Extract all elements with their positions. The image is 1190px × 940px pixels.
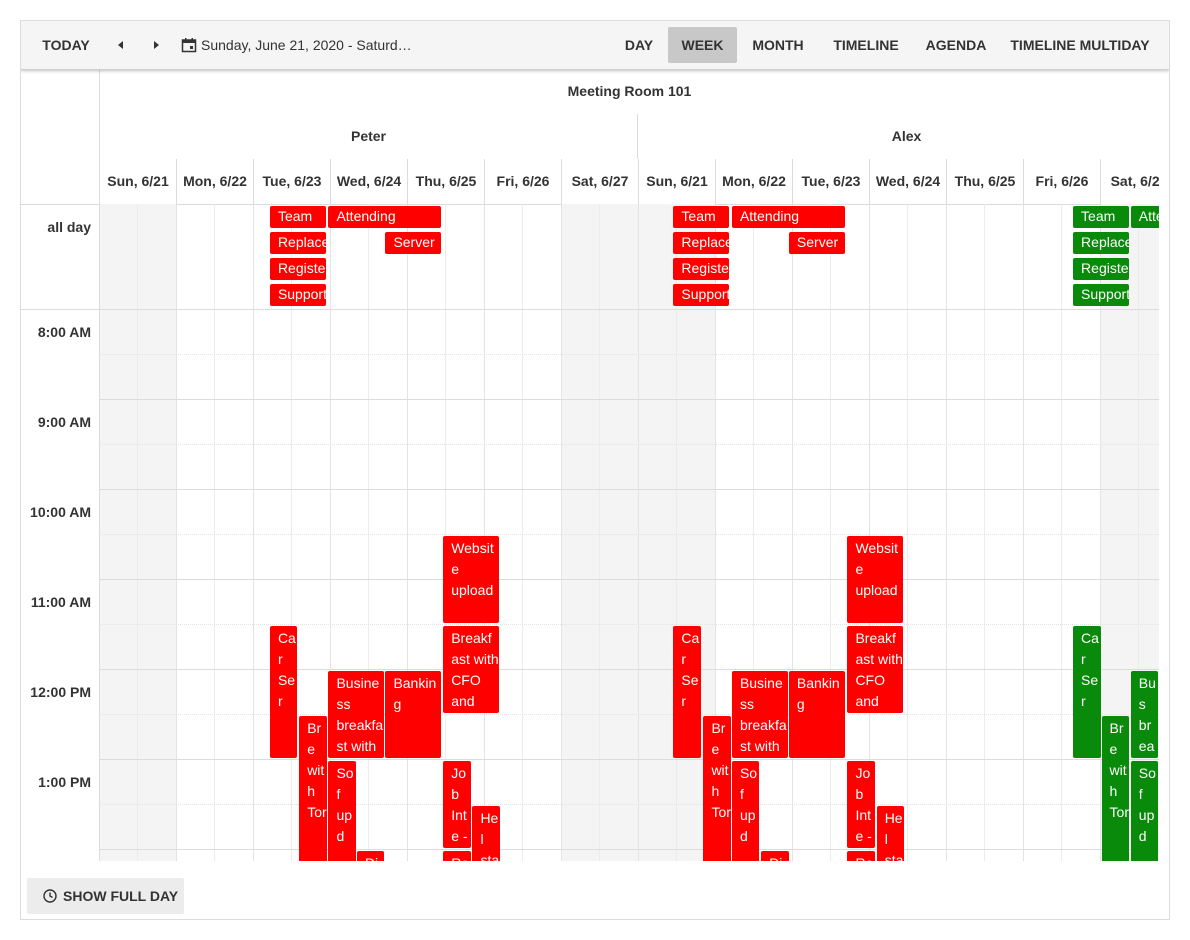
appointment[interactable]: Sof upd [328,761,356,861]
date-range-label: Sunday, June 21, 2020 - Saturd… [201,37,412,53]
all-day-appointment[interactable]: Replace [673,232,730,254]
day-header: Thu, 6/25 [946,159,1023,204]
day-header: Tue, 6/23 [253,159,330,204]
all-day-appointment[interactable]: Register [1073,258,1130,280]
appointment[interactable]: Website upload [847,536,904,623]
appointment[interactable]: Banking [788,671,845,758]
person-header-alex: Alex [637,114,1169,159]
time-label: 9:00 AM [37,414,91,430]
time-label: 12:00 PM [30,684,91,700]
resource-header-row: Meeting Room 101 [21,69,1159,115]
toolbar: TODAY Sunday, June 21, 2020 - Saturd… DA… [21,21,1169,70]
appointment[interactable]: Sof upd [1130,761,1159,861]
day-header: Sun, 6/21 [638,159,715,204]
all-day-appointment[interactable]: Register [269,258,326,280]
day-header: Thu, 6/25 [407,159,484,204]
show-full-day-button[interactable]: SHOW FULL DAY [27,878,184,914]
all-day-appointment[interactable]: Team [673,206,730,228]
appointment[interactable]: Business breakfast with Caroline [731,671,788,758]
appointment[interactable]: Sof upd [731,761,760,861]
all-day-appointment[interactable]: Register [673,258,730,280]
appointment[interactable]: Bre with Tor [1101,716,1130,861]
footer: SHOW FULL DAY [21,861,1169,919]
time-label: 1:00 PM [38,774,91,790]
appointment[interactable]: Hel sta me [876,806,905,861]
day-header: Sun, 6/21 [99,159,176,204]
appointment[interactable]: Rev [847,851,875,861]
schedule-grid: all day 8:00 AM 9:00 AM 10:00 AM 11:00 A… [21,204,1159,861]
all-day-appointment[interactable]: Support [1073,284,1130,306]
appointment[interactable]: Dis [356,851,385,861]
view-agenda-button[interactable]: AGENDA [919,27,993,63]
day-header: Wed, 6/24 [869,159,946,204]
day-header: Mon, 6/22 [715,159,792,204]
appointment[interactable]: Banking [385,671,442,758]
appointment[interactable]: Hel sta me [472,806,500,861]
appointment[interactable]: Breakfast with CFO and [847,626,904,713]
day-header: Fri, 6/26 [484,159,561,204]
appointment[interactable]: Business breakfast with Caroline [328,671,385,758]
time-label: 10:00 AM [30,504,91,520]
day-header: Sat, 6/27 [561,159,638,204]
people-header-row: Peter Alex [21,114,1159,160]
view-week-button[interactable]: WEEK [668,27,737,63]
day-header: Mon, 6/22 [176,159,253,204]
day-header-row: Sun, 6/21 Mon, 6/22 Tue, 6/23 Wed, 6/24 Thu,… [21,159,1167,205]
day-header: Wed, 6/24 [330,159,407,204]
day-header: Tue, 6/23 [792,159,869,204]
show-full-day-label: SHOW FULL DAY [63,888,179,904]
all-day-appointment[interactable]: Replace [269,232,326,254]
appointment[interactable]: Car Ser [673,626,701,758]
all-day-appointment[interactable]: Team [269,206,326,228]
view-timeline-multiday-button[interactable]: TIMELINE MULTIDAY [1005,27,1155,63]
next-button[interactable] [139,27,173,63]
time-label: 11:00 AM [30,594,91,610]
all-day-appointment[interactable]: Team [1073,206,1130,228]
previous-button[interactable] [104,27,138,63]
all-day-appointment[interactable]: Support [673,284,730,306]
today-button[interactable]: TODAY [33,27,99,63]
chevron-right-icon [154,41,159,49]
all-day-appointment[interactable]: Server [385,232,442,254]
time-label: 8:00 AM [37,324,91,340]
all-day-appointment[interactable]: Attending [731,206,845,228]
appointment[interactable]: Car Ser [269,626,298,758]
chevron-left-icon [118,41,123,49]
person-header-peter: Peter [99,114,637,159]
appointment[interactable]: Rev [443,851,471,861]
appointment[interactable]: Website upload [443,536,500,623]
view-timeline-button[interactable]: TIMELINE [821,27,911,63]
appointment[interactable]: Bre with Tor [703,716,731,861]
all-day-appointment[interactable]: Attending [328,206,442,228]
appointment[interactable]: Dis [761,851,789,861]
all-day-label: all day [47,219,91,235]
appointment[interactable]: Job Inte - Ma [443,761,471,848]
calendar-icon [181,38,197,53]
view-day-button[interactable]: DAY [615,27,663,63]
resource-header: Meeting Room 101 [99,69,1159,114]
all-day-appointment[interactable]: Replace [1073,232,1130,254]
appointment[interactable]: Bre with Tor [299,716,327,861]
all-day-appointment[interactable]: Atte [1130,206,1159,228]
scheduler: TODAY Sunday, June 21, 2020 - Saturd… DA… [20,20,1170,920]
day-header: Fri, 6/26 [1023,159,1100,204]
appointment[interactable]: Job Inte - Ma [847,761,875,848]
all-day-appointment[interactable]: Support [269,284,326,306]
clock-icon [43,889,57,903]
appointment[interactable]: Breakfast with CFO and [443,626,500,713]
view-month-button[interactable]: MONTH [743,27,813,63]
appointment[interactable]: Bus brea with Car [1130,671,1159,758]
all-day-appointment[interactable]: Server [788,232,845,254]
appointment[interactable]: Car Ser [1073,626,1101,758]
